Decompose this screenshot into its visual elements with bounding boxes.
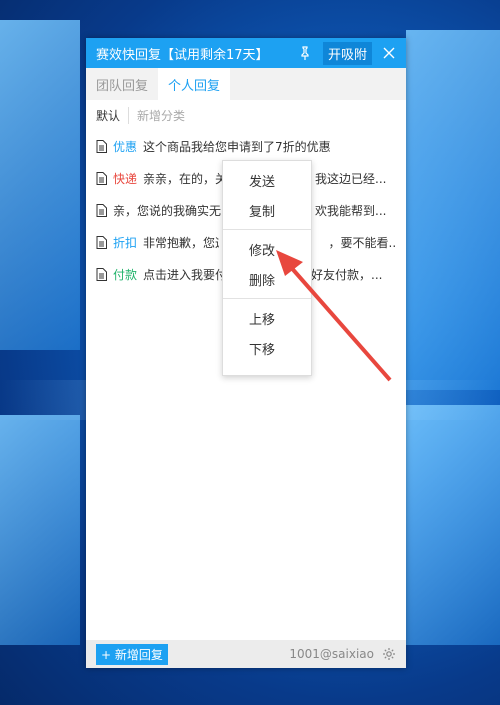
- footer-bar: + 新增回复 1001@saixiao: [86, 640, 406, 668]
- wallpaper-pane: [406, 30, 500, 390]
- reply-text: 点击进入我要付: [143, 267, 226, 282]
- reply-tag: 优惠: [113, 139, 138, 154]
- document-icon: [96, 203, 107, 217]
- add-category-link[interactable]: 新增分类: [129, 107, 185, 124]
- account-label: 1001@saixiao: [289, 647, 374, 661]
- add-reply-button[interactable]: + 新增回复: [96, 643, 168, 665]
- reply-text-tail: ，要不能看...: [328, 235, 396, 250]
- wallpaper-pane: [0, 415, 80, 645]
- tab-team-replies[interactable]: 团队回复: [86, 68, 158, 100]
- document-icon: [96, 267, 107, 281]
- document-icon: [96, 235, 107, 249]
- reply-text-tail: 我这边已经...: [315, 171, 387, 186]
- category-default[interactable]: 默认: [96, 106, 130, 124]
- attach-button[interactable]: 开吸附: [322, 41, 372, 65]
- wallpaper-pane: [406, 405, 500, 645]
- menu-divider: [223, 229, 311, 230]
- reply-tag: 快递: [113, 171, 138, 186]
- tab-personal-replies[interactable]: 个人回复: [158, 68, 231, 100]
- reply-item[interactable]: 优惠 这个商品我给您申请到了7折的优惠: [96, 130, 396, 162]
- reply-text: 非常抱歉，您这: [143, 235, 219, 250]
- document-icon: [96, 171, 107, 185]
- reply-text: 亲，您说的我确实无: [113, 203, 222, 218]
- close-icon[interactable]: [380, 44, 398, 62]
- context-menu: 发送 复制 修改 删除 上移 下移: [222, 160, 312, 376]
- menu-divider: [223, 298, 311, 299]
- reply-text-tail: 好友付款，...: [311, 267, 383, 282]
- menu-item-edit[interactable]: 修改: [223, 234, 311, 264]
- reply-text-tail: 欢我能帮到...: [315, 203, 387, 218]
- gear-icon[interactable]: [382, 647, 396, 661]
- pin-icon[interactable]: [295, 43, 315, 63]
- menu-item-move-down[interactable]: 下移: [223, 333, 311, 363]
- menu-item-move-up[interactable]: 上移: [223, 303, 311, 333]
- reply-tag: 付款: [113, 267, 138, 282]
- window-title: 赛效快回复【试用剩余17天】: [96, 47, 269, 63]
- title-bar: 赛效快回复【试用剩余17天】 开吸附: [86, 38, 406, 68]
- reply-text: 这个商品我给您申请到了7折的优惠: [143, 139, 331, 154]
- wallpaper-pane: [0, 20, 80, 350]
- document-icon: [96, 139, 107, 153]
- menu-item-copy[interactable]: 复制: [223, 195, 311, 225]
- menu-item-delete[interactable]: 删除: [223, 264, 311, 294]
- menu-item-send[interactable]: 发送: [223, 165, 311, 195]
- tab-bar: 团队回复 个人回复: [86, 68, 406, 100]
- category-bar: 默认 新增分类: [86, 100, 406, 130]
- reply-tag: 折扣: [113, 235, 138, 250]
